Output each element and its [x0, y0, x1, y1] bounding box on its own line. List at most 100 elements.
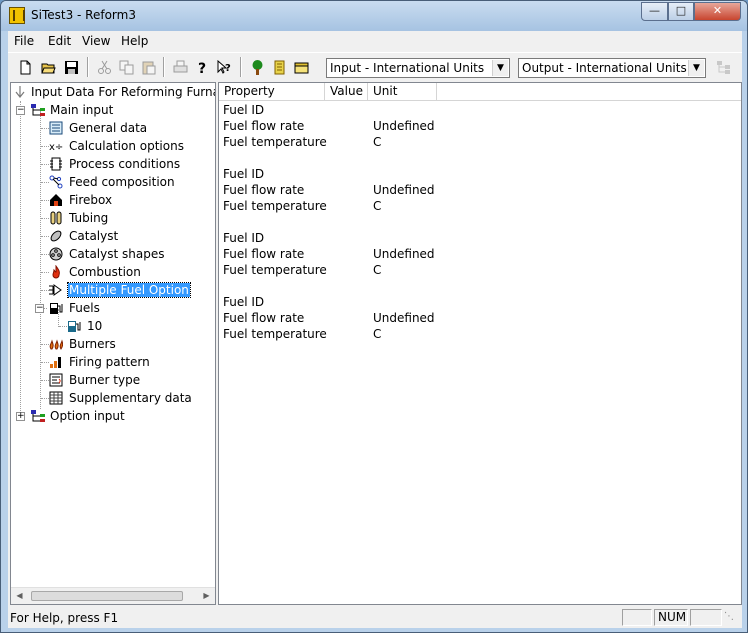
property-fuel-flow-rate[interactable]: Fuel flow rate — [223, 119, 304, 133]
tree-item-firing-pattern[interactable]: Firing pattern — [11, 353, 215, 371]
menu-view[interactable]: View — [82, 34, 110, 48]
unit-fuel-temperature[interactable]: C — [373, 263, 381, 277]
unit-fuel-temperature[interactable]: C — [373, 327, 381, 341]
tree-root[interactable]: Input Data For Reforming Furnace — [11, 83, 215, 101]
new-file-icon — [20, 60, 31, 75]
unit-fuel-temperature[interactable]: C — [373, 135, 381, 149]
grid-header: Property Value Unit — [219, 83, 741, 101]
column-header-value[interactable]: Value — [325, 83, 368, 101]
gauge-icon — [50, 157, 62, 171]
tree-item-fuel-10[interactable]: 10 — [11, 317, 215, 335]
column-header-unit[interactable]: Unit — [368, 83, 437, 101]
tree-item-label: Combustion — [69, 265, 141, 279]
tree-item-label: Multiple Fuel Option — [67, 282, 191, 298]
save-button[interactable] — [60, 56, 82, 78]
burner-view-button[interactable] — [268, 56, 290, 78]
property-fuel-temperature[interactable]: Fuel temperature — [223, 199, 327, 213]
svg-text:?: ? — [198, 61, 206, 75]
collapse-toggle[interactable]: − — [16, 106, 25, 115]
app-icon[interactable] — [9, 7, 25, 24]
tree-item-calculation-options[interactable]: x÷ Calculation options — [11, 137, 215, 155]
tree-item-option-input[interactable]: + Option input — [11, 407, 215, 425]
property-grid-pane[interactable]: Property Value Unit Fuel ID Fuel flow ra… — [218, 82, 742, 605]
about-button[interactable]: ? — [191, 56, 213, 78]
maximize-button[interactable]: □ — [668, 2, 694, 21]
copy-button[interactable] — [115, 56, 137, 78]
tree-view-button[interactable] — [246, 56, 268, 78]
resize-grip-icon[interactable]: ⋱ — [724, 611, 738, 625]
property-fuel-id[interactable]: Fuel ID — [223, 103, 264, 117]
folder-button[interactable] — [290, 56, 312, 78]
tree-item-label: Firing pattern — [69, 355, 150, 369]
new-button[interactable] — [14, 56, 36, 78]
title-bar[interactable]: SiTest3 - Reform3 — □ ✕ — [1, 1, 747, 31]
tree-item-main-input[interactable]: − Main input — [11, 101, 215, 119]
tree-item-process-conditions[interactable]: Process conditions — [11, 155, 215, 173]
tree-item-multiple-fuel-option[interactable]: Multiple Fuel Option — [11, 281, 215, 299]
tree-item-catalyst[interactable]: Catalyst — [11, 227, 215, 245]
tree-item-supplementary-data[interactable]: Supplementary data — [11, 389, 215, 407]
scroll-right-icon[interactable]: ▶ — [198, 588, 215, 604]
tree-item-label: Fuels — [69, 301, 100, 315]
cut-button[interactable] — [93, 56, 115, 78]
paste-icon — [142, 61, 156, 75]
tree-item-label: Process conditions — [69, 157, 181, 171]
tree-item-burner-type[interactable]: Burner type — [11, 371, 215, 389]
chevron-down-icon[interactable]: ▼ — [688, 60, 704, 76]
context-help-button[interactable]: ? — [213, 56, 235, 78]
formula-icon: x÷ — [49, 142, 63, 153]
pellet-icon — [50, 230, 62, 242]
folder-icon — [294, 62, 309, 74]
scroll-left-icon[interactable]: ◀ — [11, 588, 28, 604]
menu-file[interactable]: File — [14, 34, 34, 48]
tree-item-label: Tubing — [69, 211, 109, 225]
scrollbar-thumb[interactable] — [31, 591, 183, 601]
menu-help[interactable]: Help — [121, 34, 148, 48]
tree-item-catalyst-shapes[interactable]: Catalyst shapes — [11, 245, 215, 263]
copy-icon — [119, 60, 134, 75]
tree-item-fuels[interactable]: − Fuels — [11, 299, 215, 317]
column-header-property[interactable]: Property — [219, 83, 325, 101]
hierarchy-icon — [31, 410, 45, 422]
tree-horizontal-scrollbar[interactable]: ◀ ▶ — [11, 587, 215, 604]
tree-item-general-data[interactable]: General data — [11, 119, 215, 137]
tree-item-label: Option input — [50, 409, 125, 423]
tree-item-firebox[interactable]: Firebox — [11, 191, 215, 209]
unit-fuel-flow-rate[interactable]: Undefined — [373, 247, 435, 261]
layout-button[interactable] — [712, 56, 734, 78]
unit-fuel-flow-rate[interactable]: Undefined — [373, 311, 435, 325]
tree-item-combustion[interactable]: Combustion — [11, 263, 215, 281]
open-button[interactable] — [37, 56, 59, 78]
app-window: SiTest3 - Reform3 — □ ✕ File Edit View H… — [0, 0, 748, 633]
input-units-select[interactable]: Input - International Units ▼ — [326, 58, 510, 78]
unit-fuel-temperature[interactable]: C — [373, 199, 381, 213]
chevron-down-icon[interactable]: ▼ — [492, 60, 508, 76]
question-mark-icon: ? — [198, 61, 206, 75]
input-tree-pane[interactable]: Input Data For Reforming Furnace − Main … — [10, 82, 216, 605]
property-fuel-flow-rate[interactable]: Fuel flow rate — [223, 247, 304, 261]
tree-item-burners[interactable]: Burners — [11, 335, 215, 353]
property-fuel-temperature[interactable]: Fuel temperature — [223, 263, 327, 277]
menu-edit[interactable]: Edit — [48, 34, 71, 48]
property-fuel-flow-rate[interactable]: Fuel flow rate — [223, 183, 304, 197]
tree-item-feed-composition[interactable]: Feed composition — [11, 173, 215, 191]
property-fuel-temperature[interactable]: Fuel temperature — [223, 135, 327, 149]
print-button[interactable] — [169, 56, 191, 78]
bar-chart-icon — [50, 357, 61, 368]
property-fuel-flow-rate[interactable]: Fuel flow rate — [223, 311, 304, 325]
property-fuel-id[interactable]: Fuel ID — [223, 167, 264, 181]
tree-item-tubing[interactable]: Tubing — [11, 209, 215, 227]
close-button[interactable]: ✕ — [694, 2, 741, 21]
tree-item-label: 10 — [87, 319, 103, 333]
printer-icon — [173, 60, 188, 73]
collapse-toggle[interactable]: − — [35, 304, 44, 313]
unit-fuel-flow-rate[interactable]: Undefined — [373, 183, 435, 197]
property-fuel-id[interactable]: Fuel ID — [223, 295, 264, 309]
output-units-select[interactable]: Output - International Units ▼ — [518, 58, 706, 78]
unit-fuel-flow-rate[interactable]: Undefined — [373, 119, 435, 133]
expand-toggle[interactable]: + — [16, 412, 25, 421]
minimize-button[interactable]: — — [641, 2, 668, 21]
property-fuel-id[interactable]: Fuel ID — [223, 231, 264, 245]
property-fuel-temperature[interactable]: Fuel temperature — [223, 327, 327, 341]
paste-button[interactable] — [137, 56, 159, 78]
